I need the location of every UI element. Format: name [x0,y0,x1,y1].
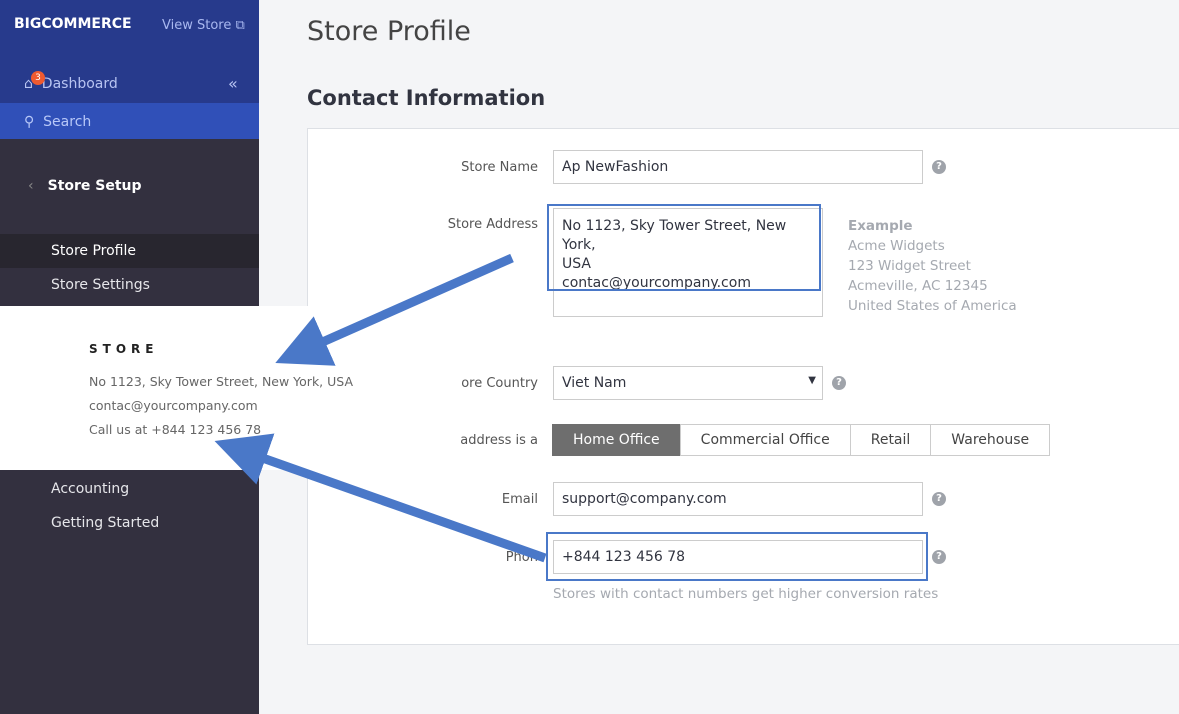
annotation-arrows [214,253,547,563]
arrow-address [275,253,514,366]
arrow-phone [214,433,547,563]
